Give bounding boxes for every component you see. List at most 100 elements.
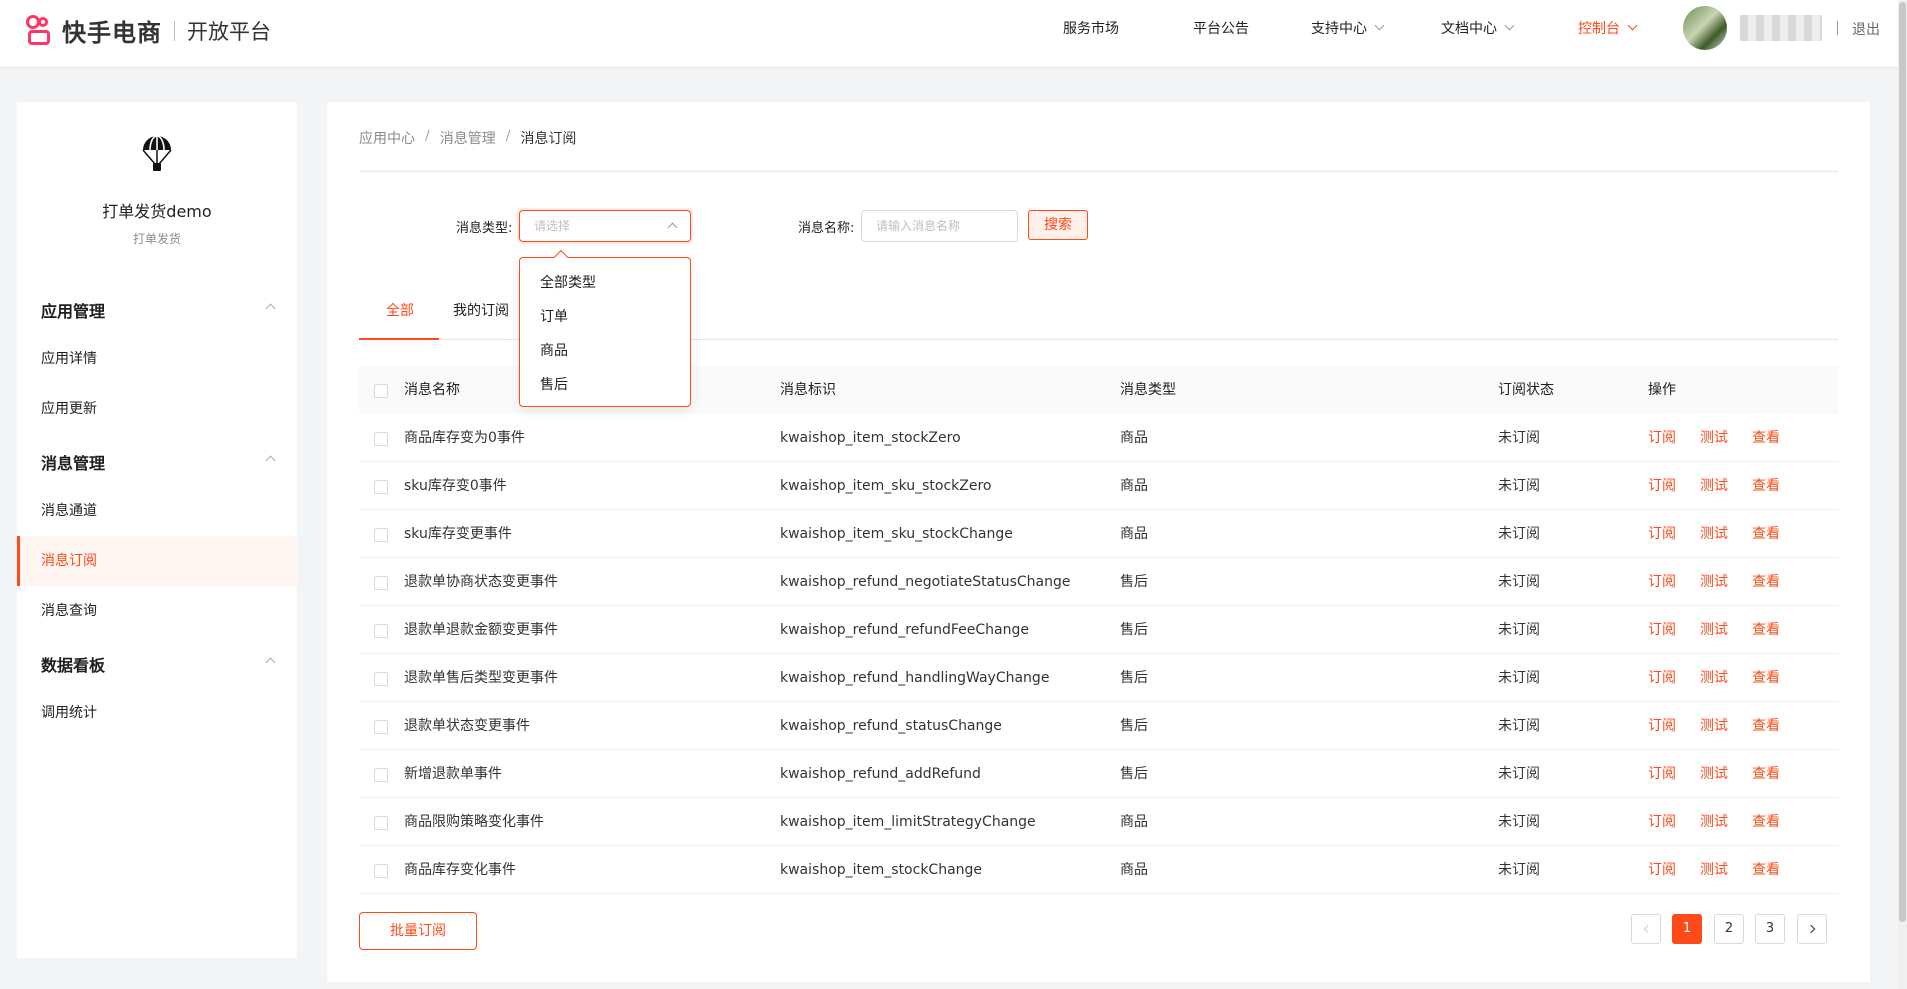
view-link[interactable]: 查看 <box>1752 846 1780 894</box>
chevron-up-icon[interactable] <box>265 657 276 668</box>
message-name-label: 消息名称: <box>798 221 855 236</box>
cell-message-id: kwaishop_item_sku_stockZero <box>780 478 992 494</box>
message-type-label: 消息类型: <box>456 221 513 236</box>
row-checkbox[interactable] <box>374 432 388 446</box>
row-checkbox[interactable] <box>374 480 388 494</box>
test-link[interactable]: 测试 <box>1700 510 1728 558</box>
row-checkbox[interactable] <box>374 624 388 638</box>
view-link[interactable]: 查看 <box>1752 414 1780 462</box>
nav-announcements[interactable]: 平台公告 <box>1193 0 1249 56</box>
view-link[interactable]: 查看 <box>1752 654 1780 702</box>
select-all-checkbox[interactable] <box>374 384 388 398</box>
table-row: 退款单退款金额变更事件 kwaishop_refund_refundFeeChan… <box>359 606 1838 654</box>
row-checkbox[interactable] <box>374 816 388 830</box>
subscribe-link[interactable]: 订阅 <box>1648 846 1676 894</box>
username-blurred[interactable] <box>1740 15 1822 41</box>
parachute-icon <box>142 135 172 171</box>
view-link[interactable]: 查看 <box>1752 606 1780 654</box>
message-type-select[interactable]: 请选择 <box>519 210 691 242</box>
menu-group-message-management[interactable]: 消息管理 <box>41 450 105 474</box>
search-button[interactable]: 搜索 <box>1028 210 1088 240</box>
cell-message-id: kwaishop_refund_refundFeeChange <box>780 622 1030 638</box>
user-avatar[interactable] <box>1683 6 1727 50</box>
row-checkbox[interactable] <box>374 720 388 734</box>
test-link[interactable]: 测试 <box>1700 654 1728 702</box>
sidebar-item-message-channel[interactable]: 消息通道 <box>17 486 297 536</box>
sidebar-item-message-subscribe[interactable]: 消息订阅 <box>17 536 297 586</box>
tab-my-subscriptions[interactable]: 我的订阅 <box>453 300 509 320</box>
sidebar-item-message-query[interactable]: 消息查询 <box>17 586 297 636</box>
cell-subscribe-status: 未订阅 <box>1498 814 1540 830</box>
chevron-down-icon <box>1374 20 1385 31</box>
message-name-input[interactable]: 请输入消息名称 <box>861 210 1018 242</box>
view-link[interactable]: 查看 <box>1752 558 1780 606</box>
option-all-types[interactable]: 全部类型 <box>540 272 596 292</box>
cell-message-type: 商品 <box>1120 814 1148 830</box>
option-goods[interactable]: 商品 <box>540 340 568 360</box>
pagination-page-1[interactable]: 1 <box>1672 914 1702 944</box>
view-link[interactable]: 查看 <box>1752 750 1780 798</box>
subscribe-link[interactable]: 订阅 <box>1648 606 1676 654</box>
view-link[interactable]: 查看 <box>1752 462 1780 510</box>
pagination-next[interactable] <box>1797 914 1827 944</box>
sidebar-item-app-detail[interactable]: 应用详情 <box>17 334 297 384</box>
test-link[interactable]: 测试 <box>1700 606 1728 654</box>
tab-active-indicator <box>359 338 439 340</box>
menu-group-app-management[interactable]: 应用管理 <box>41 298 105 322</box>
row-checkbox[interactable] <box>374 576 388 590</box>
chevron-up-icon[interactable] <box>265 455 276 466</box>
pagination-prev[interactable] <box>1631 914 1661 944</box>
header-divider <box>359 171 1838 172</box>
nav-console[interactable]: 控制台 <box>1578 0 1638 56</box>
subscribe-link[interactable]: 订阅 <box>1648 702 1676 750</box>
test-link[interactable]: 测试 <box>1700 414 1728 462</box>
subscribe-link[interactable]: 订阅 <box>1648 654 1676 702</box>
cell-message-type: 售后 <box>1120 766 1148 782</box>
test-link[interactable]: 测试 <box>1700 750 1728 798</box>
test-link[interactable]: 测试 <box>1700 558 1728 606</box>
nav-support-center[interactable]: 支持中心 <box>1311 0 1385 56</box>
cell-message-name: 退款单协商状态变更事件 <box>404 574 558 590</box>
scrollbar-thumb[interactable] <box>1899 2 1906 922</box>
tab-all[interactable]: 全部 <box>386 300 414 320</box>
pagination-page-2[interactable]: 2 <box>1714 914 1744 944</box>
test-link[interactable]: 测试 <box>1700 846 1728 894</box>
breadcrumb-message-management[interactable]: 消息管理 <box>440 128 496 148</box>
nav-docs-center[interactable]: 文档中心 <box>1441 0 1515 56</box>
test-link[interactable]: 测试 <box>1700 462 1728 510</box>
page-scrollbar[interactable] <box>1898 0 1907 989</box>
view-link[interactable]: 查看 <box>1752 510 1780 558</box>
view-link[interactable]: 查看 <box>1752 702 1780 750</box>
row-checkbox[interactable] <box>374 528 388 542</box>
subscribe-link[interactable]: 订阅 <box>1648 798 1676 846</box>
pagination-page-3[interactable]: 3 <box>1755 914 1785 944</box>
subscribe-link[interactable]: 订阅 <box>1648 558 1676 606</box>
option-aftersale[interactable]: 售后 <box>540 374 568 394</box>
test-link[interactable]: 测试 <box>1700 702 1728 750</box>
batch-subscribe-button[interactable]: 批量订阅 <box>359 912 477 950</box>
breadcrumb-app-center[interactable]: 应用中心 <box>359 128 415 148</box>
subscribe-link[interactable]: 订阅 <box>1648 510 1676 558</box>
sidebar-item-app-update[interactable]: 应用更新 <box>17 384 297 434</box>
row-checkbox[interactable] <box>374 864 388 878</box>
brand-logo[interactable]: 快手电商 开放平台 <box>26 13 271 48</box>
nav-service-market[interactable]: 服务市场 <box>1063 0 1119 56</box>
row-checkbox[interactable] <box>374 768 388 782</box>
view-link[interactable]: 查看 <box>1752 798 1780 846</box>
cell-subscribe-status: 未订阅 <box>1498 862 1540 878</box>
subscribe-link[interactable]: 订阅 <box>1648 462 1676 510</box>
row-checkbox[interactable] <box>374 672 388 686</box>
nav-label: 文档中心 <box>1441 21 1497 37</box>
logout-link[interactable]: 退出 <box>1852 19 1880 39</box>
cell-subscribe-status: 未订阅 <box>1498 670 1540 686</box>
test-link[interactable]: 测试 <box>1700 798 1728 846</box>
main-content: 应用中心 / 消息管理 / 消息订阅 消息类型: 请选择 消息名称: 请输入消息… <box>327 102 1870 982</box>
subscribe-link[interactable]: 订阅 <box>1648 414 1676 462</box>
nav-label: 平台公告 <box>1193 21 1249 37</box>
sidebar-item-call-stats[interactable]: 调用统计 <box>17 688 297 738</box>
option-order[interactable]: 订单 <box>540 306 568 326</box>
chevron-up-icon[interactable] <box>265 303 276 314</box>
menu-group-data-dashboard[interactable]: 数据看板 <box>41 652 105 676</box>
table-row: 退款单状态变更事件 kwaishop_refund_statusChange 售后 未… <box>359 702 1838 750</box>
subscribe-link[interactable]: 订阅 <box>1648 750 1676 798</box>
